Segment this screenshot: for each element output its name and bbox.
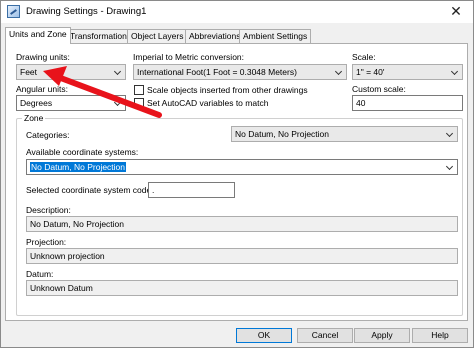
chevron-down-icon [451,68,459,76]
tab-units-and-zone[interactable]: Units and Zone [5,27,71,44]
projection-field: Unknown projection [26,248,458,264]
custom-scale-value: 40 [356,98,366,108]
drawing-settings-dialog: Drawing Settings - Drawing1 ✕ Units and … [0,0,474,348]
custom-scale-input[interactable]: 40 [352,95,463,111]
available-coordinate-systems-select[interactable]: No Datum, No Projection [26,159,458,175]
chevron-down-icon [114,68,122,76]
chevron-down-icon [335,68,343,76]
imperial-to-metric-label: Imperial to Metric conversion: [133,52,245,62]
projection-label: Projection: [26,237,67,247]
scale-select[interactable]: 1" = 40' [352,64,463,80]
ok-button[interactable]: OK [236,328,292,343]
cancel-button[interactable]: Cancel [297,328,353,343]
angular-units-select[interactable]: Degrees [16,95,126,111]
close-icon[interactable]: ✕ [439,1,473,23]
drawing-settings-icon [7,5,20,18]
chevron-down-icon [114,99,122,107]
tab-abbreviations[interactable]: Abbreviations [185,29,245,43]
set-autocad-variables-checkbox[interactable] [134,98,144,108]
selected-code-value: . [152,185,155,195]
scale-label: Scale: [352,52,376,62]
imperial-to-metric-select[interactable]: International Foot(1 Foot = 0.3048 Meter… [133,64,347,80]
chevron-down-icon [446,163,454,171]
apply-button[interactable]: Apply [354,328,410,343]
imperial-to-metric-value: International Foot(1 Foot = 0.3048 Meter… [137,67,297,77]
selected-code-input[interactable]: . [148,182,235,198]
available-coordinate-systems-value: No Datum, No Projection [30,162,127,172]
drawing-units-select[interactable]: Feet [16,64,126,80]
units-and-zone-panel: Drawing units: Feet Imperial to Metric c… [5,43,468,321]
description-field: No Datum, No Projection [26,216,458,232]
custom-scale-label: Custom scale: [352,84,406,94]
selected-coordinate-system-text: No Datum, No Projection [30,162,127,172]
help-button[interactable]: Help [412,328,468,343]
scale-objects-label: Scale objects inserted from other drawin… [147,85,308,95]
datum-field: Unknown Datum [26,280,458,296]
projection-value: Unknown projection [30,251,105,261]
set-autocad-variables-label: Set AutoCAD variables to match [147,98,269,108]
tab-ambient-settings[interactable]: Ambient Settings [239,29,312,43]
tab-transformation[interactable]: Transformation [66,29,131,43]
description-value: No Datum, No Projection [30,219,125,229]
drawing-units-value: Feet [20,67,38,77]
scale-objects-checkbox[interactable] [134,85,144,95]
angular-units-label: Angular units: [16,84,68,94]
scale-value: 1" = 40' [356,67,385,77]
datum-value: Unknown Datum [30,283,93,293]
description-label: Description: [26,205,71,215]
window-title: Drawing Settings - Drawing1 [26,6,147,17]
available-coordinate-systems-label: Available coordinate systems: [26,147,139,157]
angular-units-value: Degrees [20,98,53,108]
datum-label: Datum: [26,269,54,279]
title-bar: Drawing Settings - Drawing1 ✕ [1,1,473,23]
tab-object-layers[interactable]: Object Layers [127,29,188,43]
categories-label: Categories: [26,130,70,140]
zone-group-title: Zone [22,113,46,123]
selected-code-label: Selected coordinate system code: [26,185,154,195]
categories-select[interactable]: No Datum, No Projection [231,126,458,142]
drawing-units-label: Drawing units: [16,52,70,62]
categories-value: No Datum, No Projection [235,129,330,139]
chevron-down-icon [446,130,454,138]
